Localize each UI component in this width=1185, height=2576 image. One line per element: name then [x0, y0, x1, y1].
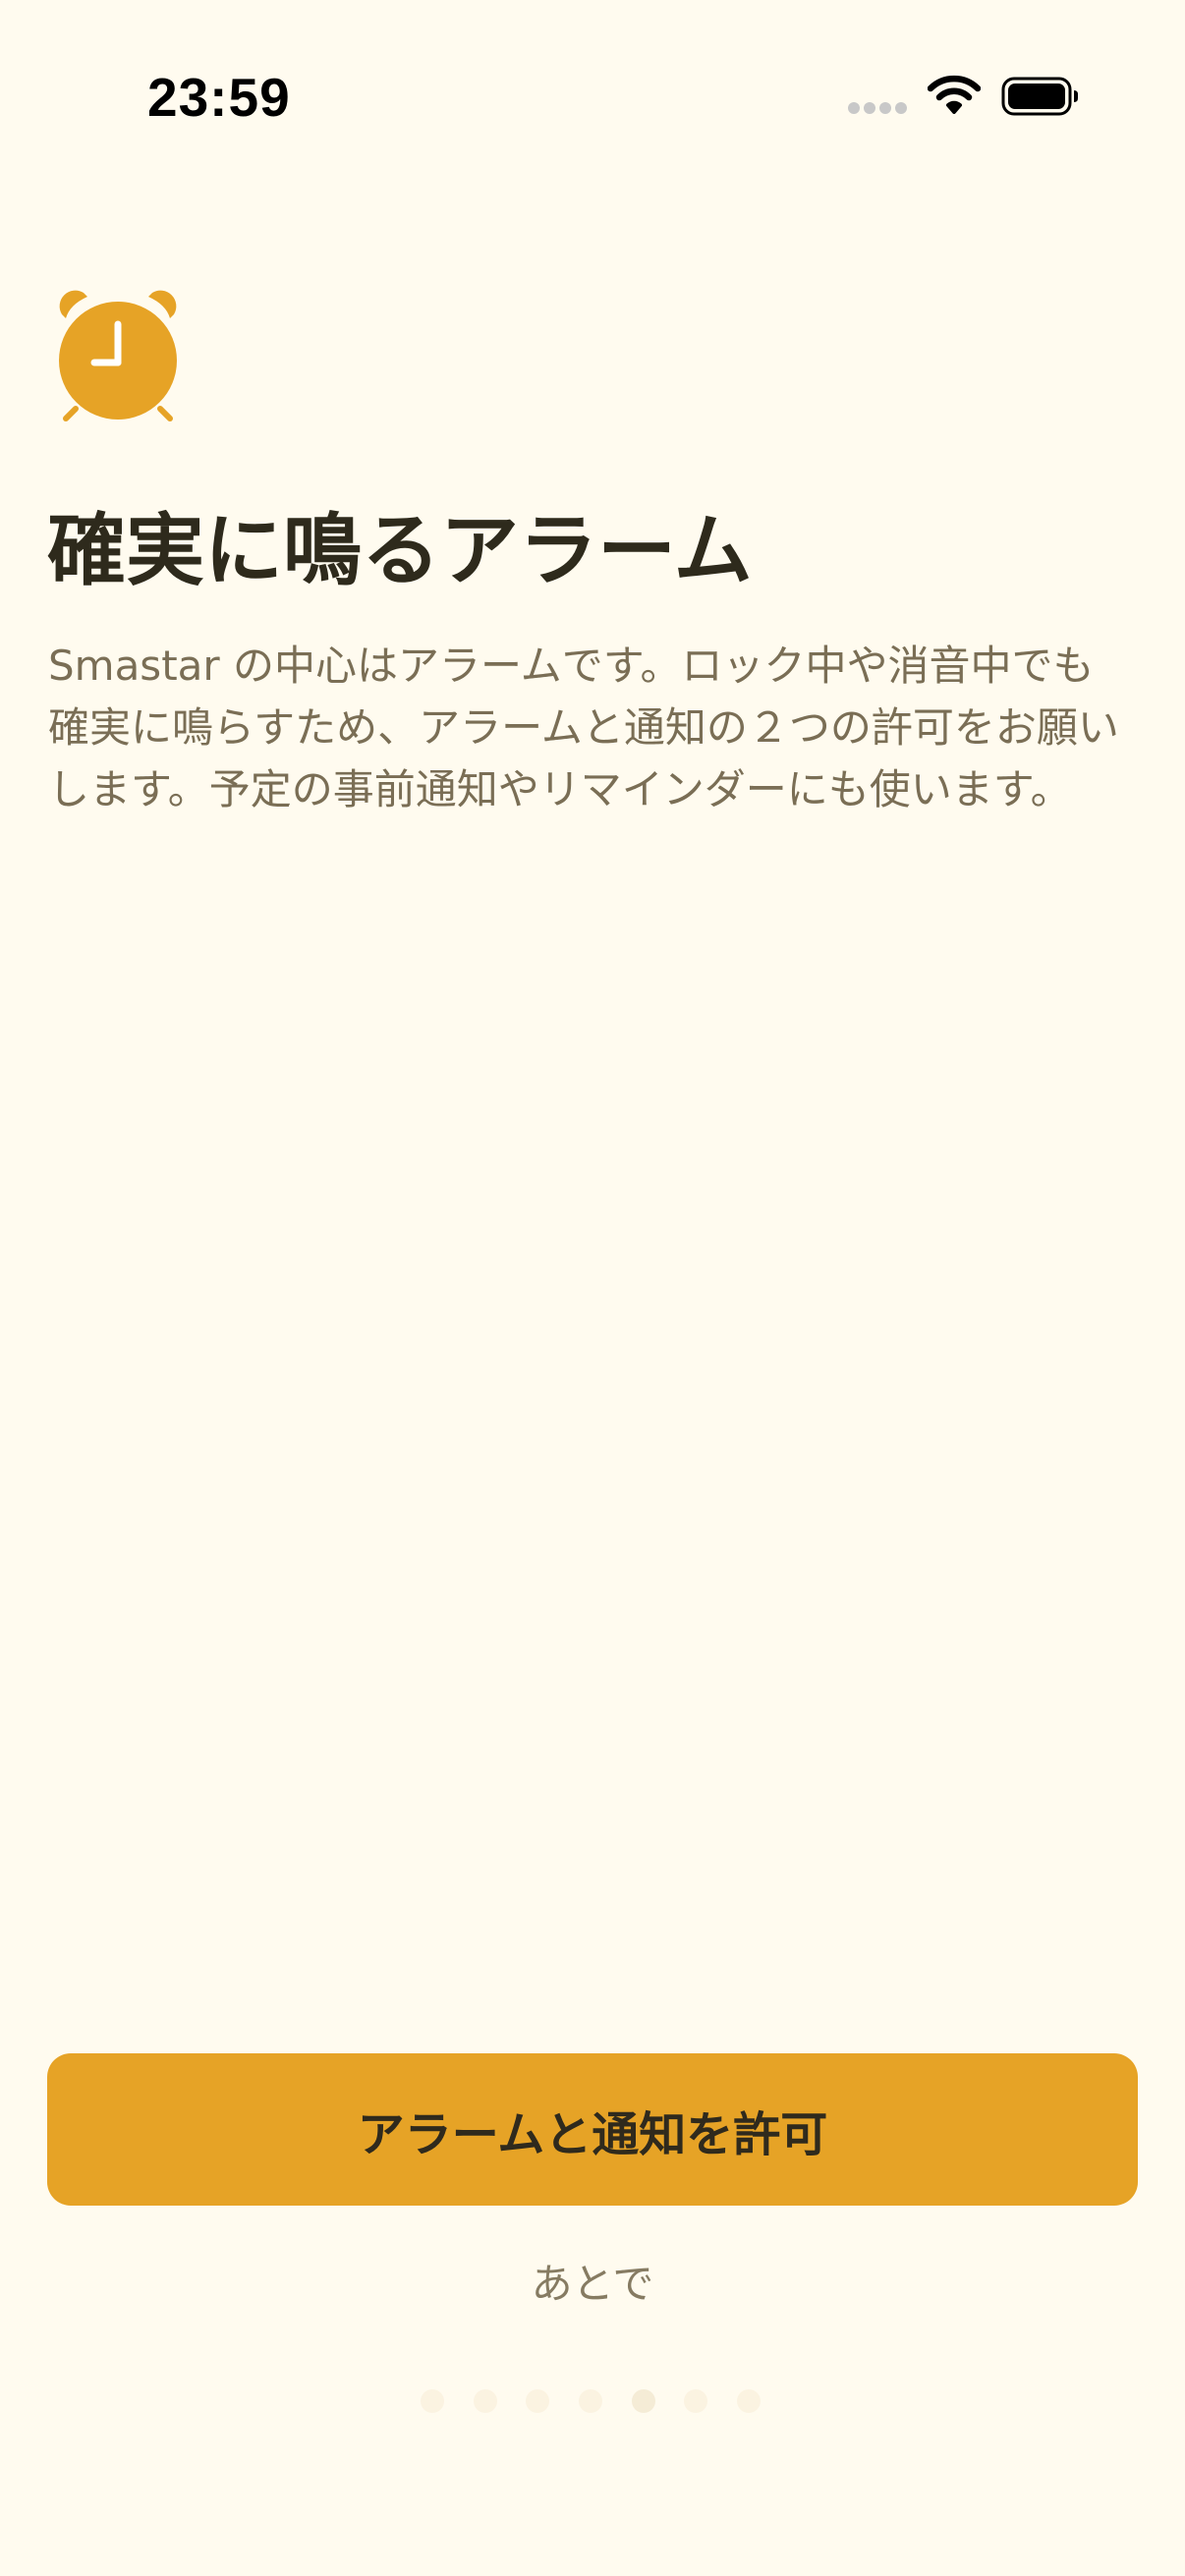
status-bar: 23:59: [0, 0, 1185, 187]
page-dot[interactable]: [474, 2389, 497, 2413]
status-time: 23:59: [147, 67, 291, 128]
page-dot[interactable]: [421, 2389, 444, 2413]
allow-alarm-notifications-button[interactable]: アラームと通知を許可: [47, 2053, 1138, 2206]
page-dot[interactable]: [579, 2389, 602, 2413]
page-dot-active[interactable]: [632, 2389, 655, 2413]
description-text: Smastar の中心はアラームです。ロック中や消音中でも確実に鳴らすため、アラ…: [48, 642, 1119, 813]
battery-icon: [1001, 77, 1078, 116]
page-title: 確実に鳴るアラーム: [47, 505, 753, 596]
cellular-signal-icon: [848, 102, 907, 116]
wifi-icon: [928, 75, 981, 114]
later-button[interactable]: あとで: [396, 2253, 789, 2316]
page-dot[interactable]: [737, 2389, 761, 2413]
page-dot[interactable]: [526, 2389, 549, 2413]
page-dot[interactable]: [684, 2389, 707, 2413]
alarm-clock-icon: [59, 290, 177, 421]
page-indicator[interactable]: [421, 2389, 764, 2415]
